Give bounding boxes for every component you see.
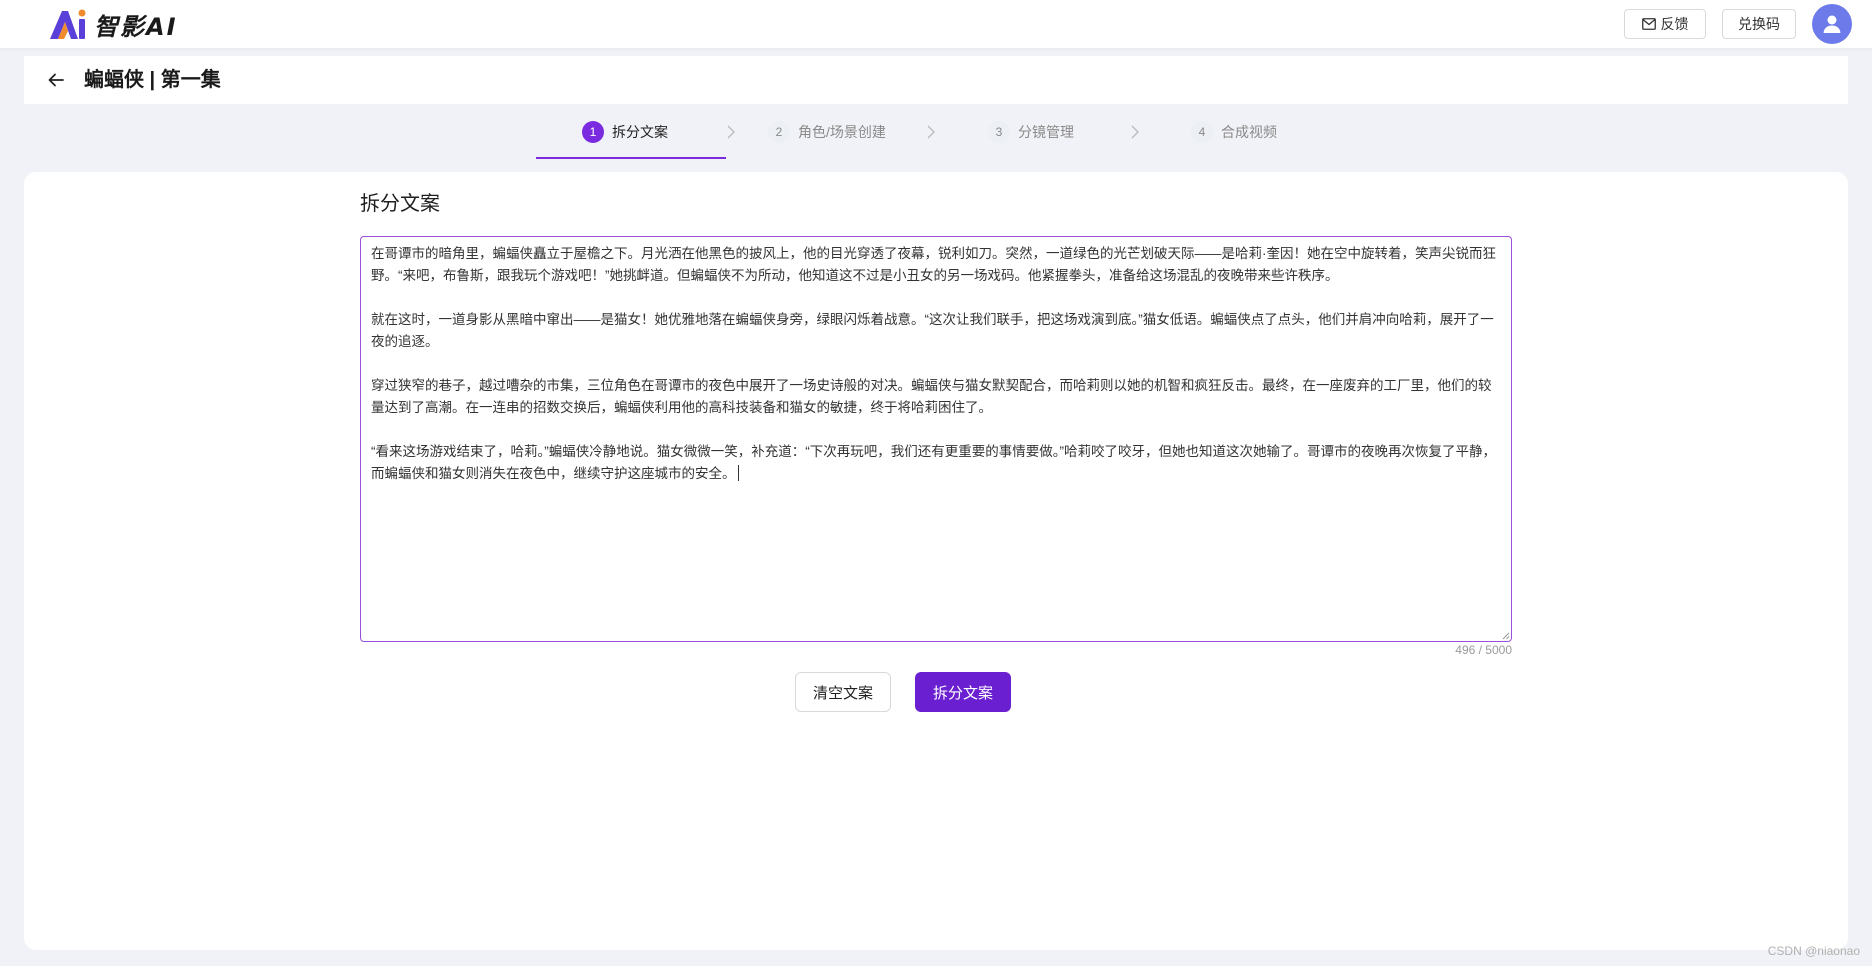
clear-label: 清空文案 [812, 684, 873, 702]
step-label: 分镜管理 [1018, 124, 1074, 140]
split-label: 拆分文案 [932, 684, 993, 702]
step-number: 2 [768, 121, 790, 143]
text-caret [737, 465, 739, 481]
script-paragraph: 在哥谭市的暗角里，蝙蝠侠矗立于屋檐之下。月光洒在他黑色的披风上，他的目光穿透了夜… [371, 246, 1496, 283]
arrow-left-icon [48, 73, 64, 87]
logo-text: 智影AI [94, 12, 178, 41]
script-paragraph: 穿过狭窄的巷子，越过嘈杂的市集，三位角色在哥谭市的夜色中展开了一场史诗般的对决。… [371, 378, 1492, 415]
main-panel: 拆分文案 在哥谭市的暗角里，蝙蝠侠矗立于屋檐之下。月光洒在他黑色的披风上，他的目… [24, 172, 1848, 950]
script-paragraph: “看来这场游戏结束了，哈莉。”蝙蝠侠冷静地说。猫女微微一笑，补充道：“下次再玩吧… [371, 444, 1496, 481]
back-button[interactable] [44, 68, 68, 92]
feedback-label: 反馈 [1660, 16, 1689, 32]
active-step-indicator [536, 157, 726, 159]
watermark: CSDN @niaonao [1767, 944, 1860, 958]
mail-icon [1641, 18, 1656, 30]
ai-logo-icon [50, 9, 86, 39]
feedback-button[interactable]: 反馈 [1624, 9, 1706, 39]
user-icon [1823, 15, 1841, 33]
step-label: 拆分文案 [612, 124, 668, 140]
character-count: 496 / 5000 [1455, 643, 1512, 657]
script-textarea[interactable]: 在哥谭市的暗角里，蝙蝠侠矗立于屋檐之下。月光洒在他黑色的披风上，他的目光穿透了夜… [360, 236, 1512, 642]
title-bar: 蝙蝠侠 | 第一集 [24, 56, 1848, 104]
resize-grip-icon[interactable] [1502, 632, 1510, 640]
script-paragraph: 就在这时，一道身影从黑暗中窜出——是猫女！她优雅地落在蝙蝠侠身旁，绿眼闪烁着战意… [371, 312, 1494, 349]
chevron-right-icon [927, 125, 935, 139]
step-number: 1 [582, 121, 604, 143]
app-logo[interactable]: 智影AI [48, 7, 178, 41]
section-title: 拆分文案 [360, 193, 440, 215]
split-script-button[interactable]: 拆分文案 [915, 672, 1011, 712]
step-storyboard[interactable]: 3 分镜管理 [988, 118, 1074, 160]
page-title: 蝙蝠侠 | 第一集 [84, 69, 221, 91]
chevron-right-icon [1131, 125, 1139, 139]
top-bar: 智影AI 反馈 兑换码 [0, 0, 1872, 48]
user-avatar[interactable] [1812, 4, 1852, 44]
redeem-code-button[interactable]: 兑换码 [1722, 9, 1796, 39]
step-split-script[interactable]: 1 拆分文案 [582, 118, 668, 160]
step-number: 3 [988, 121, 1010, 143]
step-navigation: 1 拆分文案 2 角色/场景创建 3 分镜管理 4 合成视频 [536, 118, 1336, 160]
chevron-right-icon [727, 125, 735, 139]
step-character-scene[interactable]: 2 角色/场景创建 [768, 118, 886, 160]
redeem-label: 兑换码 [1738, 16, 1780, 32]
step-label: 角色/场景创建 [798, 124, 886, 140]
step-number: 4 [1191, 121, 1213, 143]
clear-script-button[interactable]: 清空文案 [795, 672, 891, 712]
step-label: 合成视频 [1221, 124, 1277, 140]
step-compose-video[interactable]: 4 合成视频 [1191, 118, 1277, 160]
